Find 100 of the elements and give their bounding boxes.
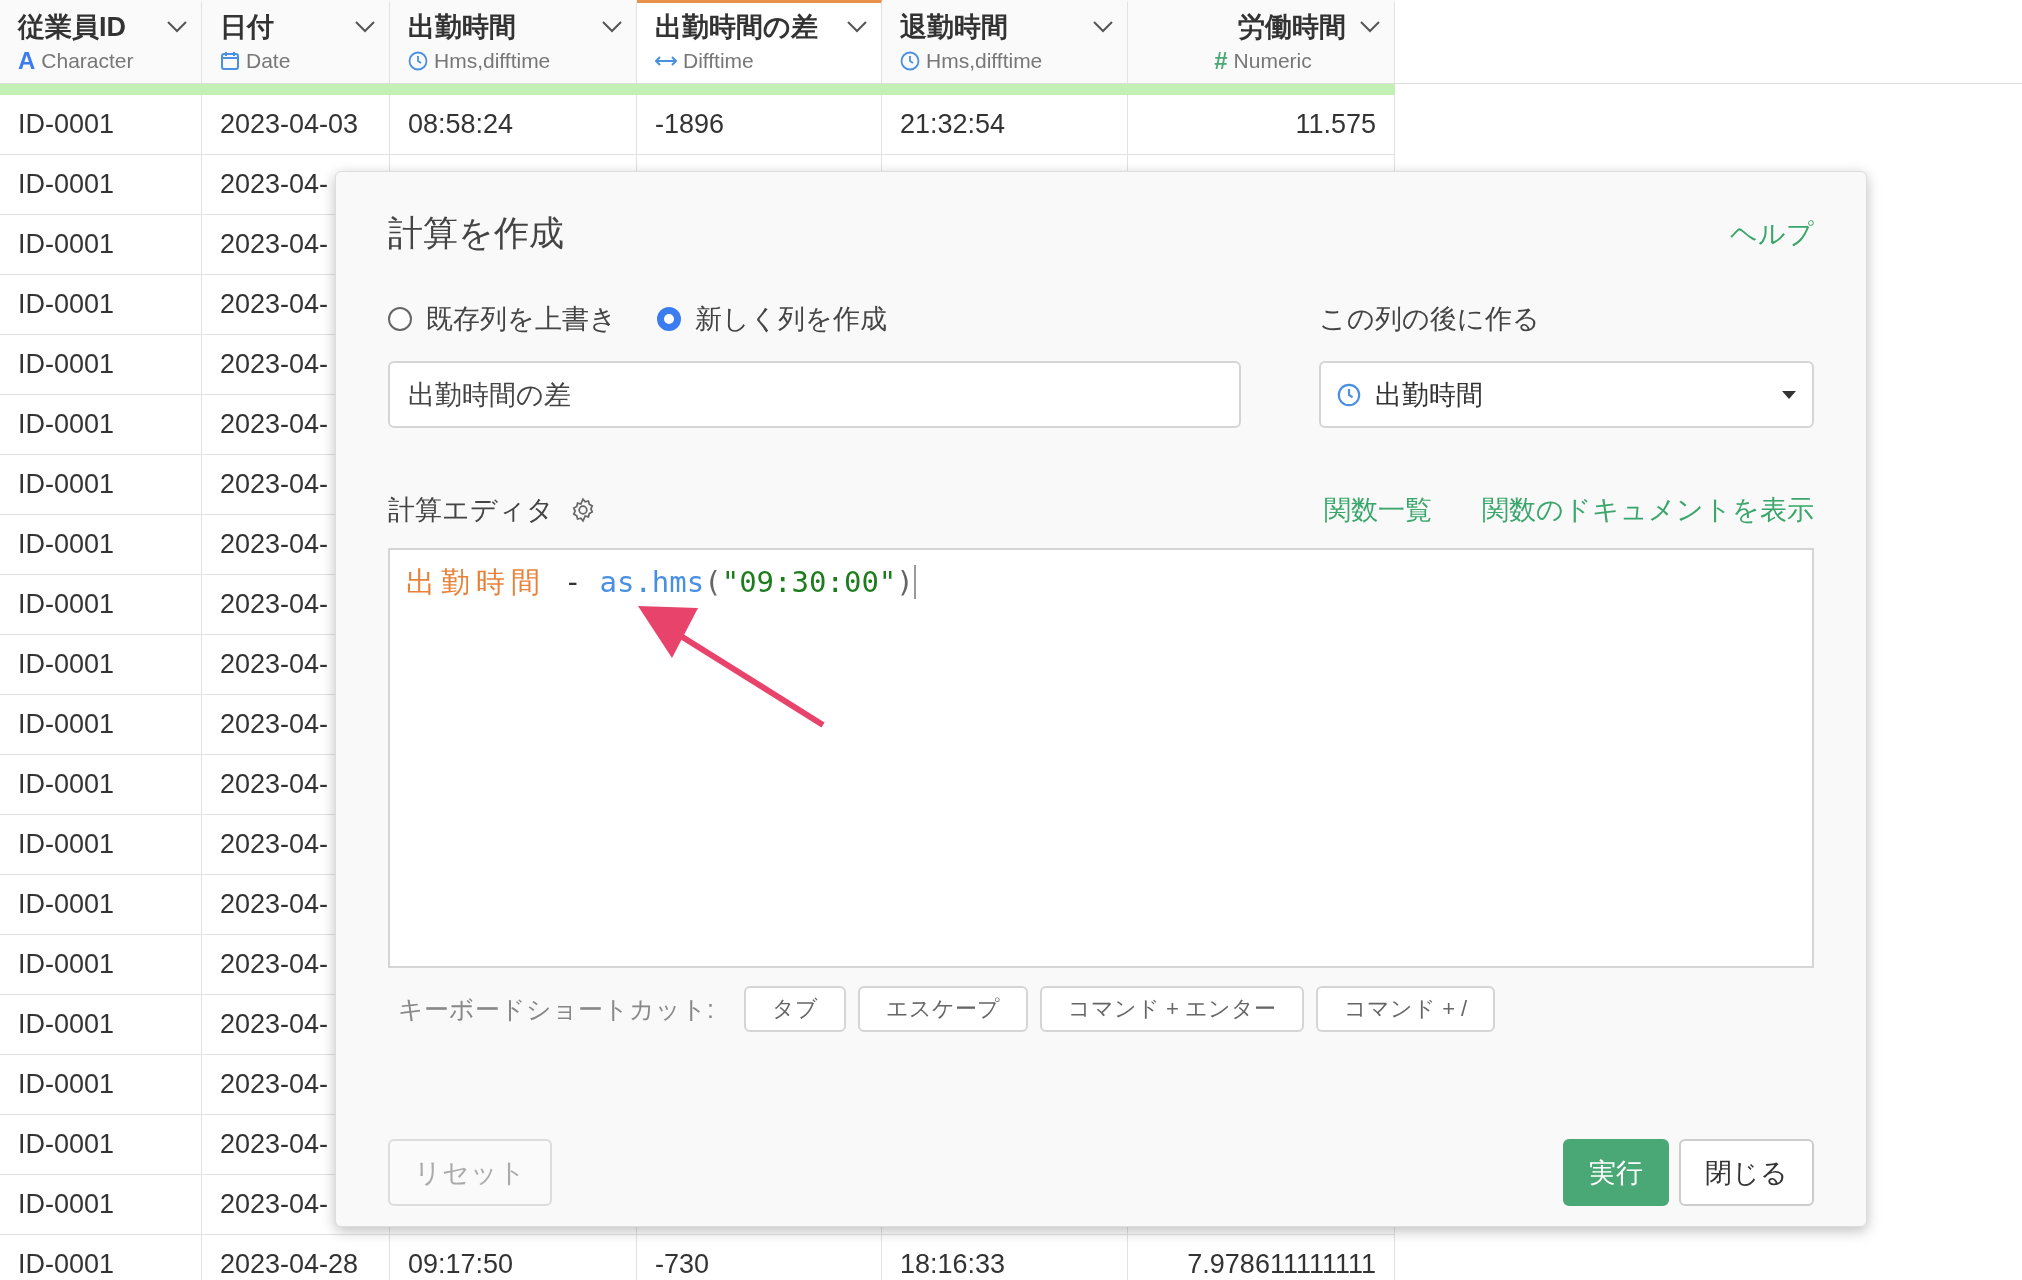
- table-cell: -1896: [655, 109, 725, 140]
- table-cell: ID-0001: [18, 1129, 115, 1160]
- table-cell: ID-0001: [18, 169, 115, 200]
- code-token: 出勤時間: [406, 564, 546, 601]
- table-cell: -730: [655, 1249, 710, 1280]
- table-cell: ID-0001: [18, 229, 115, 260]
- table-cell: 09:17:50: [408, 1249, 514, 1280]
- column-type: Hms,difftime: [926, 49, 1043, 73]
- table-cell: ID-0001: [18, 889, 115, 920]
- column-title: 日付: [220, 11, 274, 44]
- table-cell: 2023-04-: [220, 1129, 329, 1160]
- column-title: 出勤時間の差: [655, 11, 818, 44]
- code-editor[interactable]: 出勤時間 - as.hms("09:30:00"): [388, 548, 1814, 968]
- table-cell: 2023-04-: [220, 709, 329, 740]
- chevron-down-icon[interactable]: [167, 21, 187, 33]
- settings-icon[interactable]: [570, 497, 596, 523]
- table-cell: ID-0001: [18, 709, 115, 740]
- position-label: この列の後に作る: [1319, 303, 1541, 336]
- table-cell: 2023-04-28: [220, 1249, 359, 1280]
- column-title: 退勤時間: [900, 11, 1008, 44]
- type-icon: #: [1214, 49, 1228, 73]
- table-cell: 2023-04-: [220, 1189, 329, 1220]
- column-title: 出勤時間: [408, 11, 516, 44]
- table-cell: ID-0001: [18, 109, 115, 140]
- clock-icon: [900, 51, 920, 71]
- table-cell: ID-0001: [18, 1009, 115, 1040]
- radio-option[interactable]: 新しく列を作成: [657, 301, 887, 337]
- radio-icon[interactable]: [657, 307, 681, 331]
- table-cell: ID-0001: [18, 949, 115, 980]
- table-cell: 2023-04-: [220, 889, 329, 920]
- column-title: 従業員ID: [18, 11, 126, 44]
- column-header[interactable]: 日付 Date: [202, 0, 390, 83]
- table-cell: 2023-04-03: [220, 109, 359, 140]
- code-token: as.hms: [599, 564, 705, 601]
- clock-icon: [1337, 382, 1361, 407]
- column-title: 労働時間: [1238, 11, 1346, 44]
- table-cell: 21:32:54: [900, 109, 1006, 140]
- clock-icon: [408, 51, 428, 71]
- chevron-down-icon[interactable]: [355, 21, 375, 33]
- table-cell: 2023-04-: [220, 769, 329, 800]
- table-cell: 08:58:24: [408, 109, 514, 140]
- table-cell: 2023-04-: [220, 169, 329, 200]
- table-cell: 2023-04-: [220, 649, 329, 680]
- radio-icon[interactable]: [388, 307, 412, 331]
- column-header[interactable]: 労働時間 # Numeric: [1128, 0, 1395, 83]
- secondary-button[interactable]: 閉じる: [1679, 1139, 1814, 1206]
- table-cell: 7.978611111111: [1187, 1249, 1376, 1280]
- column-type: Date: [246, 49, 291, 73]
- type-icon: A: [18, 49, 36, 73]
- column-type: Character: [41, 49, 134, 73]
- chevron-down-icon[interactable]: [847, 21, 867, 33]
- radio-option[interactable]: 既存列を上書き: [388, 301, 617, 337]
- table-cell: 2023-04-: [220, 949, 329, 980]
- column-type: Difftime: [683, 49, 754, 73]
- table-cell: ID-0001: [18, 649, 115, 680]
- code-token: "09:30:00": [721, 564, 897, 601]
- column-type: Numeric: [1233, 49, 1312, 73]
- shortcut-key: コマンド + /: [1316, 986, 1496, 1032]
- column-type: Hms,difftime: [434, 49, 551, 73]
- column-header[interactable]: 従業員ID A Character: [0, 0, 202, 83]
- caret-icon: [1782, 390, 1796, 399]
- table-cell: ID-0001: [18, 289, 115, 320]
- code-token: ): [896, 564, 914, 601]
- calendar-icon: [220, 51, 240, 71]
- table-cell: ID-0001: [18, 469, 115, 500]
- table-cell: ID-0001: [18, 589, 115, 620]
- table-cell: ID-0001: [18, 1069, 115, 1100]
- shortcut-key: コマンド + エンター: [1039, 986, 1305, 1032]
- column-header[interactable]: 退勤時間 Hms,difftime: [882, 0, 1128, 83]
- table-cell: 2023-04-: [220, 589, 329, 620]
- table-cell: 2023-04-: [220, 229, 329, 260]
- shortcut-key: エスケープ: [857, 986, 1028, 1032]
- column-name-field[interactable]: 出勤時間の差: [388, 361, 1241, 428]
- code-token: (: [704, 564, 722, 601]
- text-cursor: [913, 565, 916, 599]
- table-cell: ID-0001: [18, 769, 115, 800]
- chevron-down-icon[interactable]: [602, 21, 622, 33]
- table-cell: 2023-04-: [220, 529, 329, 560]
- table-cell: 2023-04-: [220, 409, 329, 440]
- table-cell: ID-0001: [18, 1249, 115, 1280]
- table-cell: ID-0001: [18, 409, 115, 440]
- code-token: -: [564, 564, 582, 601]
- table-cell: ID-0001: [18, 829, 115, 860]
- editor-label: 計算エディタ: [388, 494, 554, 527]
- chevron-down-icon[interactable]: [1360, 21, 1380, 33]
- table-cell: 2023-04-: [220, 1069, 329, 1100]
- table-cell: 2023-04-: [220, 829, 329, 860]
- table-cell: 18:16:33: [900, 1249, 1006, 1280]
- table-cell: ID-0001: [18, 349, 115, 380]
- dialog-title: 計算を作成: [388, 212, 564, 254]
- column-header[interactable]: 出勤時間の差 Difftime: [637, 0, 882, 83]
- table-cell: 2023-04-: [220, 469, 329, 500]
- table-cell: 2023-04-: [220, 289, 329, 320]
- column-header[interactable]: 出勤時間 Hms,difftime: [390, 0, 637, 83]
- table-cell: 2023-04-: [220, 349, 329, 380]
- column-select[interactable]: 出勤時間: [1319, 361, 1814, 428]
- shortcut-key: タブ: [743, 986, 846, 1032]
- table-cell: ID-0001: [18, 529, 115, 560]
- chevron-down-icon[interactable]: [1093, 21, 1113, 33]
- double-arrow-icon: [655, 54, 677, 68]
